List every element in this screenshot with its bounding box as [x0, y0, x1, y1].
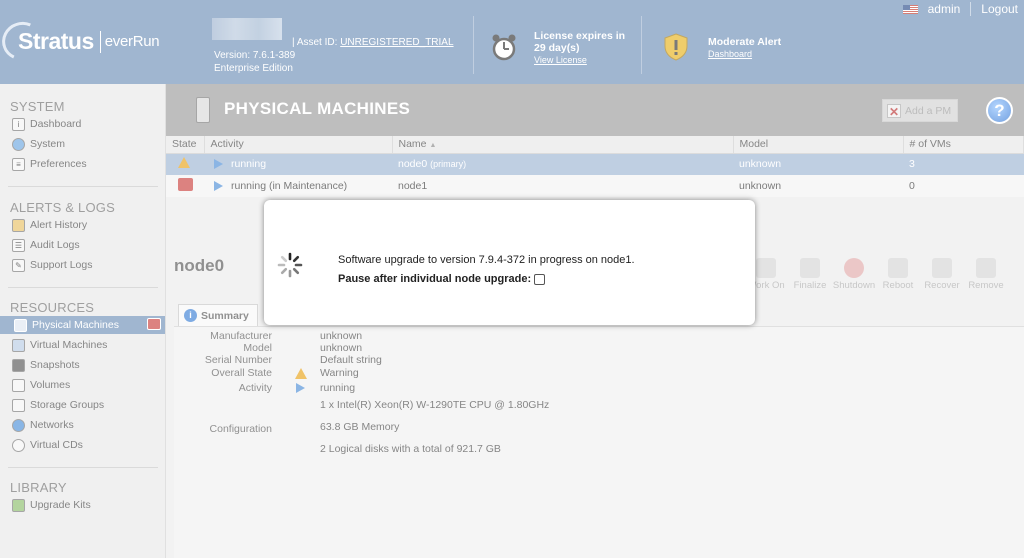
upgrade-progress-dialog: Software upgrade to version 7.9.4-372 in… — [264, 200, 755, 325]
pause-label: Pause after individual node upgrade: — [338, 273, 532, 285]
upgrade-message: Software upgrade to version 7.9.4-372 in… — [338, 254, 635, 266]
pause-checkbox[interactable] — [534, 273, 546, 285]
loading-spinner-icon — [277, 252, 303, 278]
pause-option: Pause after individual node upgrade: — [338, 273, 546, 285]
